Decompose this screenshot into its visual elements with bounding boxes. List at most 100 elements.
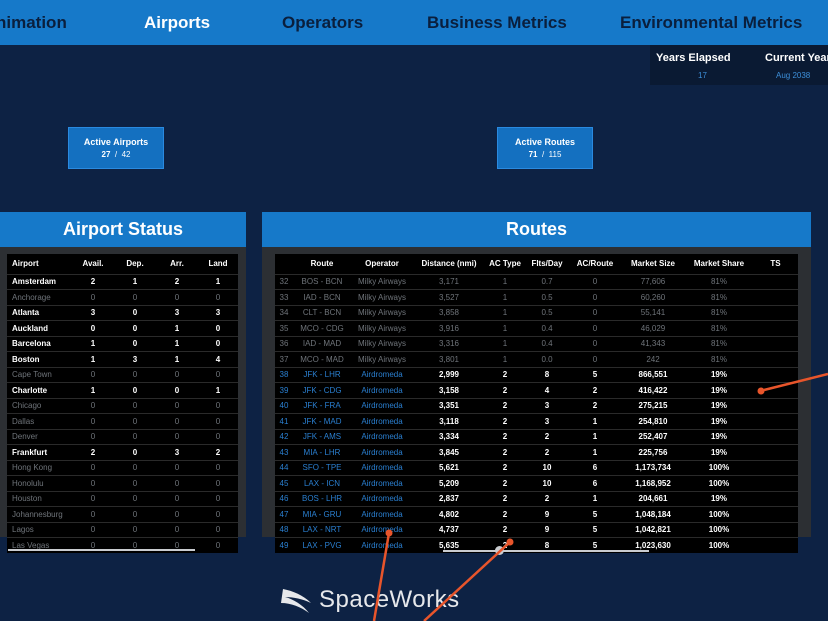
airport-cell: 4: [198, 351, 238, 367]
table-row[interactable]: Frankfurt 2 0 3 2: [7, 444, 238, 460]
table-row[interactable]: Denver 0 0 0 0: [7, 428, 238, 445]
tab-environmental-metrics[interactable]: Environmental Metrics: [620, 13, 802, 33]
table-row[interactable]: 33 IAD - BCN Milky Airways 3,527 1 0.5 0 60,260…: [275, 289, 798, 305]
table-row[interactable]: 41 JFK - MAD Airdromeda 3,118 2 3 1 254,810 19%: [275, 413, 798, 429]
table-row[interactable]: 36 IAD - MAD Milky Airways 3,316 1 0.4 0 41,343…: [275, 335, 798, 352]
airport-table-scrollbar[interactable]: [8, 549, 195, 551]
operator-cell[interactable]: Milky Airways: [351, 289, 413, 305]
route-cell: 81%: [685, 289, 753, 305]
table-row[interactable]: 47 MIA - GRU Airdromeda 4,802 2 9 5 1,048,184 10…: [275, 506, 798, 522]
table-row[interactable]: Johannesburg 0 0 0 0: [7, 506, 238, 522]
table-row[interactable]: 48 LAX - NRT Airdromeda 4,737 2 9 5 1,042,821 10…: [275, 521, 798, 538]
routes-scroll-thumb[interactable]: [495, 546, 504, 555]
table-row[interactable]: Anchorage 0 0 0 0: [7, 289, 238, 305]
route-cell: 2,999: [413, 366, 485, 383]
table-row[interactable]: Charlotte 1 0 0 1: [7, 382, 238, 398]
operator-cell[interactable]: Airdromeda: [351, 475, 413, 491]
table-row[interactable]: Atlanta 3 0 3 3: [7, 304, 238, 321]
table-row[interactable]: 34 CLT - BCN Milky Airways 3,858 1 0.5 0 55,141…: [275, 304, 798, 321]
route-cell: 41: [275, 413, 293, 429]
route-cell: 3,171: [413, 273, 485, 290]
tab-animation[interactable]: nimation: [0, 13, 67, 33]
table-row[interactable]: Dallas 0 0 0 0: [7, 413, 238, 429]
airport-cell: 3: [156, 304, 198, 321]
table-row[interactable]: 37 MCO - MAD Milky Airways 3,801 1 0.0 0 242 81%: [275, 351, 798, 367]
routes-col-header: Operator: [365, 259, 399, 269]
table-row[interactable]: Barcelona 1 0 1 0: [7, 335, 238, 352]
table-row[interactable]: 45 LAX - ICN Airdromeda 5,209 2 10 6 1,168,952 1…: [275, 475, 798, 491]
route-cell: 3,801: [413, 351, 485, 367]
current-year-value: Aug 2038: [776, 71, 811, 80]
airport-cell: Anchorage: [7, 289, 72, 305]
route-cell: 5,621: [413, 459, 485, 476]
table-row[interactable]: 46 BOS - LHR Airdromeda 2,837 2 2 1 204,661 19%: [275, 490, 798, 507]
logo-text: SpaceWorks: [319, 586, 460, 613]
operator-cell[interactable]: Airdromeda: [351, 537, 413, 553]
route-cell: [753, 459, 798, 476]
routes-table-scrollbar[interactable]: [443, 550, 649, 552]
tab-airports[interactable]: Airports: [144, 13, 210, 33]
routes-col-header: Route: [310, 259, 334, 269]
table-row[interactable]: Honolulu 0 0 0 0: [7, 475, 238, 491]
route-cell: 1: [569, 428, 621, 445]
route-cell: 1: [569, 444, 621, 460]
table-row[interactable]: Boston 1 3 1 4: [7, 351, 238, 367]
airport-cell: 0: [114, 304, 156, 321]
airport-col-header: Airport: [12, 259, 39, 269]
airport-cell: 0: [72, 475, 114, 491]
route-cell: 39: [275, 382, 293, 398]
operator-cell[interactable]: Airdromeda: [351, 397, 413, 414]
table-row[interactable]: Houston 0 0 0 0: [7, 490, 238, 507]
operator-cell[interactable]: Airdromeda: [351, 459, 413, 476]
table-row[interactable]: Cape Town 0 0 0 0: [7, 366, 238, 383]
route-cell: 19%: [685, 397, 753, 414]
table-row[interactable]: Auckland 0 0 1 0: [7, 320, 238, 336]
airport-cell: Dallas: [7, 413, 72, 429]
operator-cell[interactable]: Airdromeda: [351, 506, 413, 522]
table-row[interactable]: 38 JFK - LHR Airdromeda 2,999 2 8 5 866,551 19%: [275, 366, 798, 383]
route-cell: 100%: [685, 459, 753, 476]
table-row[interactable]: 43 MIA - LHR Airdromeda 3,845 2 2 1 225,756 19%: [275, 444, 798, 460]
table-row[interactable]: 39 JFK - CDG Airdromeda 3,158 2 4 2 416,422 19%: [275, 382, 798, 398]
airport-cell: 0: [198, 335, 238, 352]
table-row[interactable]: Amsterdam 2 1 2 1: [7, 273, 238, 290]
airport-cell: 0: [114, 444, 156, 460]
route-cell: 43: [275, 444, 293, 460]
route-cell: [753, 289, 798, 305]
table-row[interactable]: Chicago 0 0 0 0: [7, 397, 238, 414]
airport-cell: 0: [198, 289, 238, 305]
operator-cell[interactable]: Airdromeda: [351, 366, 413, 383]
route-cell: 49: [275, 537, 293, 553]
table-row[interactable]: Lagos 0 0 0 0: [7, 521, 238, 538]
table-row[interactable]: 35 MCO - CDG Milky Airways 3,916 1 0.4 0 46,029…: [275, 320, 798, 336]
operator-cell[interactable]: Milky Airways: [351, 320, 413, 336]
table-row[interactable]: 32 BOS - BCN Milky Airways 3,171 1 0.7 0 77,606…: [275, 273, 798, 290]
operator-cell[interactable]: Milky Airways: [351, 273, 413, 290]
operator-cell[interactable]: Airdromeda: [351, 428, 413, 445]
operator-cell[interactable]: Airdromeda: [351, 382, 413, 398]
top-navigation: nimation Airports Operators Business Met…: [0, 0, 828, 45]
airport-cell: 0: [72, 521, 114, 538]
route-cell: 1: [485, 289, 525, 305]
operator-cell[interactable]: Airdromeda: [351, 521, 413, 538]
route-cell: 9: [525, 521, 569, 538]
table-row[interactable]: 42 JFK - AMS Airdromeda 3,334 2 2 1 252,407 19%: [275, 428, 798, 445]
operator-cell[interactable]: Milky Airways: [351, 351, 413, 367]
route-cell: 3: [525, 413, 569, 429]
operator-cell[interactable]: Airdromeda: [351, 413, 413, 429]
route-cell: [753, 273, 798, 290]
table-row[interactable]: 44 SFO - TPE Airdromeda 5,621 2 10 6 1,173,734 1…: [275, 459, 798, 476]
tab-operators[interactable]: Operators: [282, 13, 363, 33]
table-row[interactable]: 40 JFK - FRA Airdromeda 3,351 2 3 2 275,215 19%: [275, 397, 798, 414]
route-cell: 6: [569, 475, 621, 491]
operator-cell[interactable]: Milky Airways: [351, 304, 413, 321]
tab-business-metrics[interactable]: Business Metrics: [427, 13, 567, 33]
operator-cell[interactable]: Airdromeda: [351, 444, 413, 460]
operator-cell[interactable]: Milky Airways: [351, 335, 413, 352]
route-cell: 866,551: [621, 366, 685, 383]
operator-cell[interactable]: Airdromeda: [351, 490, 413, 507]
route-cell: [753, 397, 798, 414]
route-cell: 6: [569, 459, 621, 476]
airport-cell: 0: [114, 335, 156, 352]
table-row[interactable]: Hong Kong 0 0 0 0: [7, 459, 238, 476]
